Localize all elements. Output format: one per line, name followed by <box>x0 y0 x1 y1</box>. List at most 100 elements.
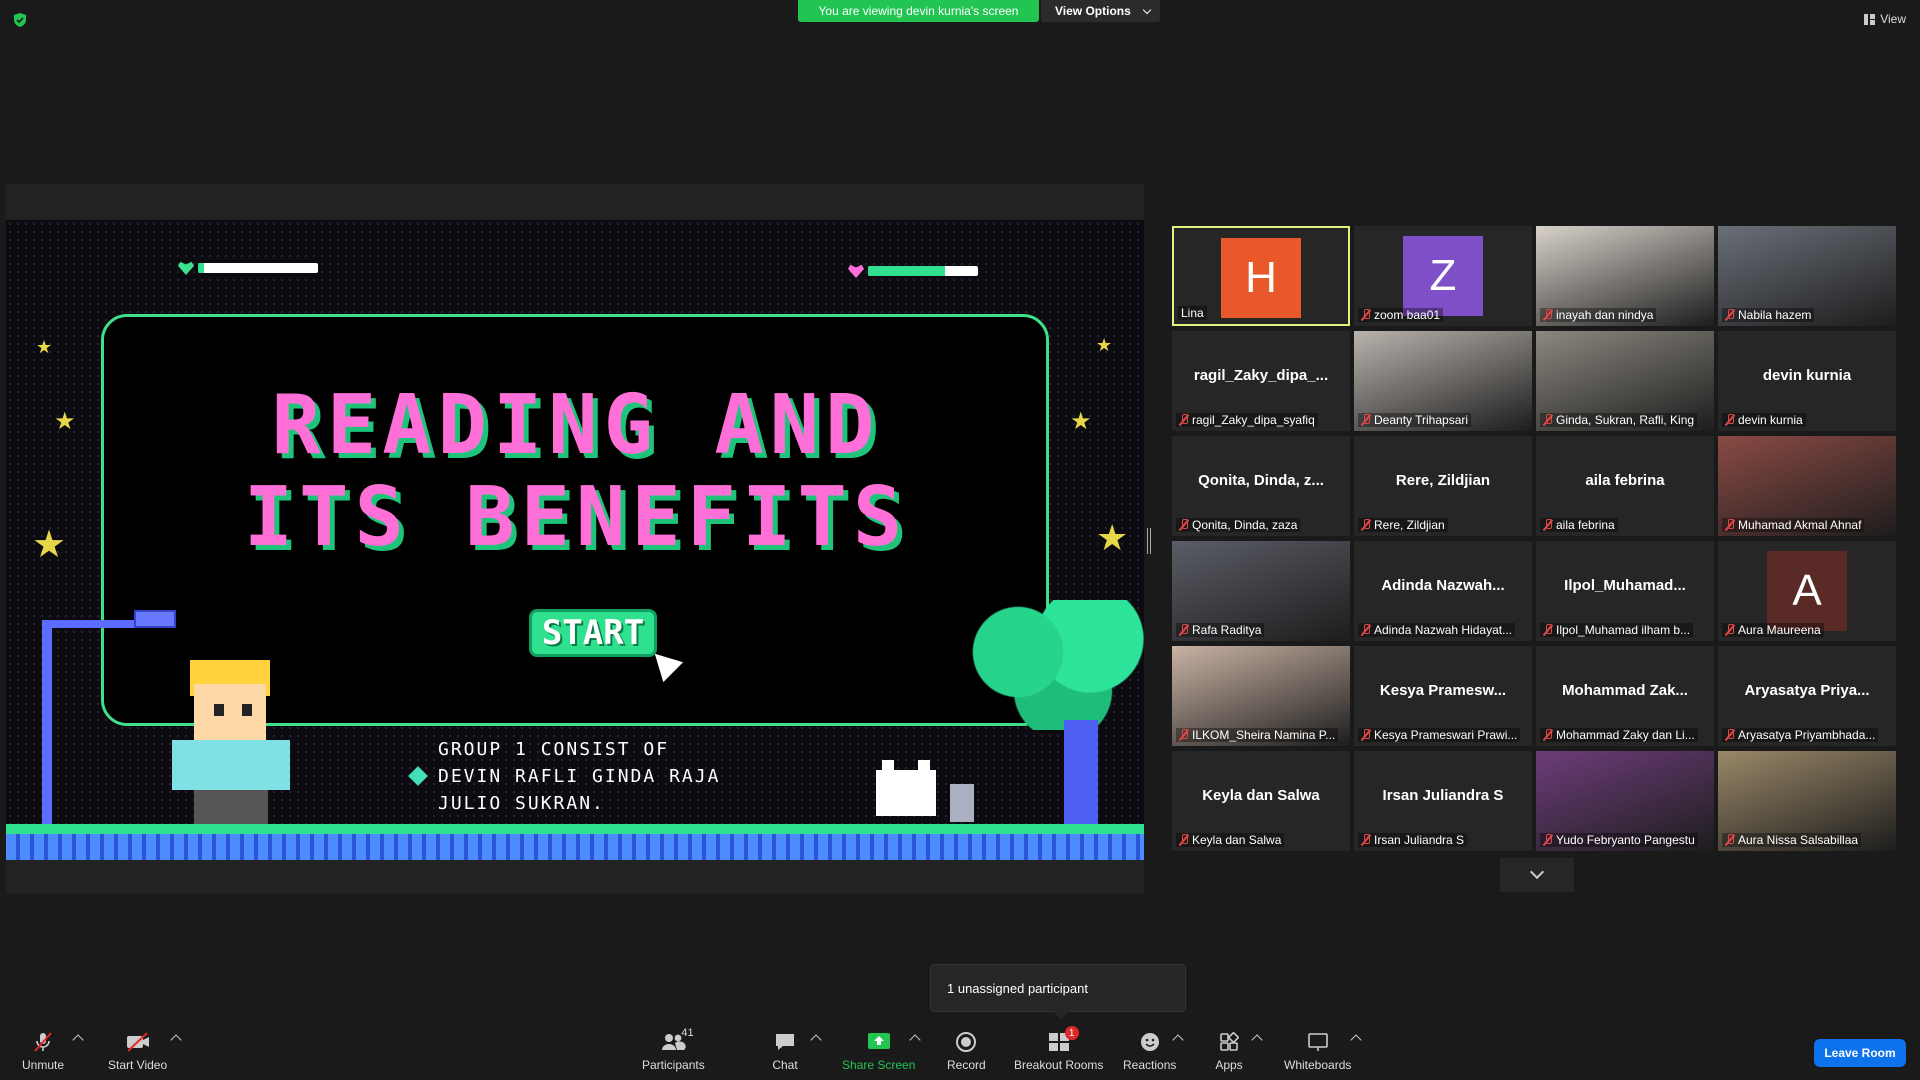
grid-view-icon <box>1864 13 1876 25</box>
shared-screen[interactable]: ★ ★ ★ ★ ★ ★ READING AND ITS BENEFITS STA… <box>6 184 1144 894</box>
participant-display-name: devin kurnia <box>1762 367 1852 384</box>
participant-name-label: inayah dan nindya <box>1540 308 1657 322</box>
record-label: Record <box>947 1058 986 1072</box>
participant-tile[interactable]: Irsan Juliandra S Irsan Juliandra S <box>1354 751 1532 851</box>
start-video-button[interactable]: Start Video <box>108 1030 167 1072</box>
star-icon: ★ <box>36 337 53 357</box>
participant-tile[interactable]: aila febrina aila febrina <box>1536 436 1714 536</box>
reactions-button[interactable]: Reactions <box>1123 1030 1176 1072</box>
chat-options-caret[interactable] <box>810 1034 822 1046</box>
participant-tile[interactable]: Muhamad Akmal Ahnaf <box>1718 436 1896 536</box>
breakout-rooms-badge: 1 <box>1064 1026 1079 1040</box>
participant-tile[interactable]: Aryasatya Priya... Aryasatya Priyambhada.… <box>1718 646 1896 746</box>
star-icon: ★ <box>1096 517 1129 558</box>
participant-gallery: H Lina Zzoom baa01 inayah dan nindya Nabila … <box>1172 226 1898 852</box>
view-options-button[interactable]: View Options <box>1041 0 1160 22</box>
participant-name-text: Lina <box>1181 306 1204 320</box>
record-button[interactable]: Record <box>947 1030 986 1072</box>
participant-name-label: Deanty Trihapsari <box>1358 413 1472 427</box>
participant-name-label: Keyla dan Salwa <box>1176 833 1285 847</box>
participant-avatar: H <box>1221 238 1301 318</box>
participant-tile[interactable]: ragil_Zaky_dipa_... ragil_Zaky_dipa_syafi… <box>1172 331 1350 431</box>
participants-button[interactable]: 41 Participants <box>642 1027 705 1072</box>
video-options-caret[interactable] <box>170 1034 182 1046</box>
microphone-muted-icon <box>1725 414 1735 426</box>
microphone-muted-icon <box>1179 624 1189 636</box>
whiteboards-options-caret[interactable] <box>1350 1034 1362 1046</box>
share-screen-label: Share Screen <box>842 1058 916 1072</box>
participant-avatar: Z <box>1403 236 1483 316</box>
participant-display-name: Kesya Pramesw... <box>1379 682 1507 699</box>
microphone-muted-icon <box>1361 519 1371 531</box>
microphone-muted-icon <box>1361 834 1371 846</box>
participant-name-text: zoom baa01 <box>1374 308 1441 322</box>
unmute-button[interactable]: Unmute <box>22 1030 64 1072</box>
participant-display-name: Irsan Juliandra S <box>1382 787 1504 804</box>
participant-tile[interactable]: Mohammad Zak... Mohammad Zaky dan Li... <box>1536 646 1714 746</box>
group-members-text: GROUP 1 CONSIST OF DEVIN RAFLI GINDA RAJ… <box>438 736 720 817</box>
gallery-next-page-button[interactable] <box>1500 858 1574 892</box>
participant-tile[interactable]: Zzoom baa01 <box>1354 226 1532 326</box>
participant-tile[interactable]: Deanty Trihapsari <box>1354 331 1532 431</box>
microphone-muted-icon <box>1179 729 1189 741</box>
security-shield-icon[interactable] <box>12 12 28 28</box>
participant-tile[interactable]: Adinda Nazwah... Adinda Nazwah Hidayat... <box>1354 541 1532 641</box>
participant-tile[interactable]: Ginda, Sukran, Rafli, King <box>1536 331 1714 431</box>
participant-display-name: Mohammad Zak... <box>1562 682 1688 699</box>
panel-splitter-handle[interactable] <box>1147 528 1151 554</box>
view-options-label: View Options <box>1055 4 1131 18</box>
participant-display-name: Rere, Zildjian <box>1395 472 1491 489</box>
star-icon: ★ <box>1070 408 1092 435</box>
health-bar-right <box>848 264 978 278</box>
microphone-muted-icon <box>1361 309 1371 321</box>
participant-name-text: Rere, Zildjian <box>1374 518 1445 532</box>
participant-name-text: Qonita, Dinda, zaza <box>1192 518 1298 532</box>
chevron-down-icon <box>1529 864 1545 880</box>
apps-label: Apps <box>1215 1058 1243 1072</box>
participant-tile[interactable]: Rere, Zildjian Rere, Zildjian <box>1354 436 1532 536</box>
heart-icon <box>178 261 194 275</box>
participant-tile[interactable]: Yudo Febryanto Pangestu <box>1536 751 1714 851</box>
participant-display-name: Qonita, Dinda, z... <box>1198 472 1324 489</box>
view-button[interactable]: View <box>1864 12 1906 26</box>
chat-label: Chat <box>772 1058 798 1072</box>
microphone-muted-icon <box>1725 624 1735 636</box>
participant-tile[interactable]: Nabila hazem <box>1718 226 1896 326</box>
leave-room-button[interactable]: Leave Room <box>1814 1039 1906 1067</box>
participant-tile[interactable]: ILKOM_Sheira Namina P... <box>1172 646 1350 746</box>
participant-name-text: Keyla dan Salwa <box>1192 833 1282 847</box>
participant-name-text: Nabila hazem <box>1738 308 1812 322</box>
record-icon <box>956 1032 977 1052</box>
microphone-muted-icon <box>1361 624 1371 636</box>
participant-name-label: Irsan Juliandra S <box>1358 833 1468 847</box>
group-line: JULIO SUKRAN. <box>438 793 605 814</box>
group-line: GROUP 1 CONSIST OF <box>438 739 670 760</box>
participant-tile[interactable]: Keyla dan Salwa Keyla dan Salwa <box>1172 751 1350 851</box>
participant-tile[interactable]: A Aura Maureena <box>1718 541 1896 641</box>
participant-tile[interactable]: H Lina <box>1172 226 1350 326</box>
participant-tile[interactable]: Qonita, Dinda, z... Qonita, Dinda, zaza <box>1172 436 1350 536</box>
participant-name-text: Aryasatya Priyambhada... <box>1738 728 1876 742</box>
chat-bubble-icon <box>776 1034 794 1050</box>
participant-tile[interactable]: devin kurnia devin kurnia <box>1718 331 1896 431</box>
apps-button[interactable]: Apps <box>1215 1030 1243 1072</box>
chat-button[interactable]: Chat <box>771 1030 799 1072</box>
share-screen-button[interactable]: Share Screen <box>842 1030 915 1072</box>
microphone-muted-icon <box>34 1032 52 1052</box>
participant-name-label: Aryasatya Priyambhada... <box>1722 728 1879 742</box>
participant-tile[interactable]: Rafa Raditya <box>1172 541 1350 641</box>
microphone-muted-icon <box>1179 519 1189 531</box>
street-lamp-head <box>134 610 176 628</box>
participant-tile[interactable]: inayah dan nindya <box>1536 226 1714 326</box>
audio-options-caret[interactable] <box>72 1034 84 1046</box>
participant-name-label: aila febrina <box>1540 518 1618 532</box>
microphone-muted-icon <box>1361 414 1371 426</box>
apps-options-caret[interactable] <box>1251 1034 1263 1046</box>
microphone-muted-icon <box>1543 414 1553 426</box>
participant-tile[interactable]: Kesya Pramesw... Kesya Prameswari Prawi..… <box>1354 646 1532 746</box>
breakout-rooms-button[interactable]: 1 Breakout Rooms <box>1014 1026 1103 1072</box>
whiteboards-button[interactable]: Whiteboards <box>1284 1030 1351 1072</box>
participant-tile[interactable]: Aura Nissa Salsabillaa <box>1718 751 1896 851</box>
participant-name-label: Ilpol_Muhamad ilham b... <box>1540 623 1694 637</box>
participant-tile[interactable]: Ilpol_Muhamad... Ilpol_Muhamad ilham b... <box>1536 541 1714 641</box>
